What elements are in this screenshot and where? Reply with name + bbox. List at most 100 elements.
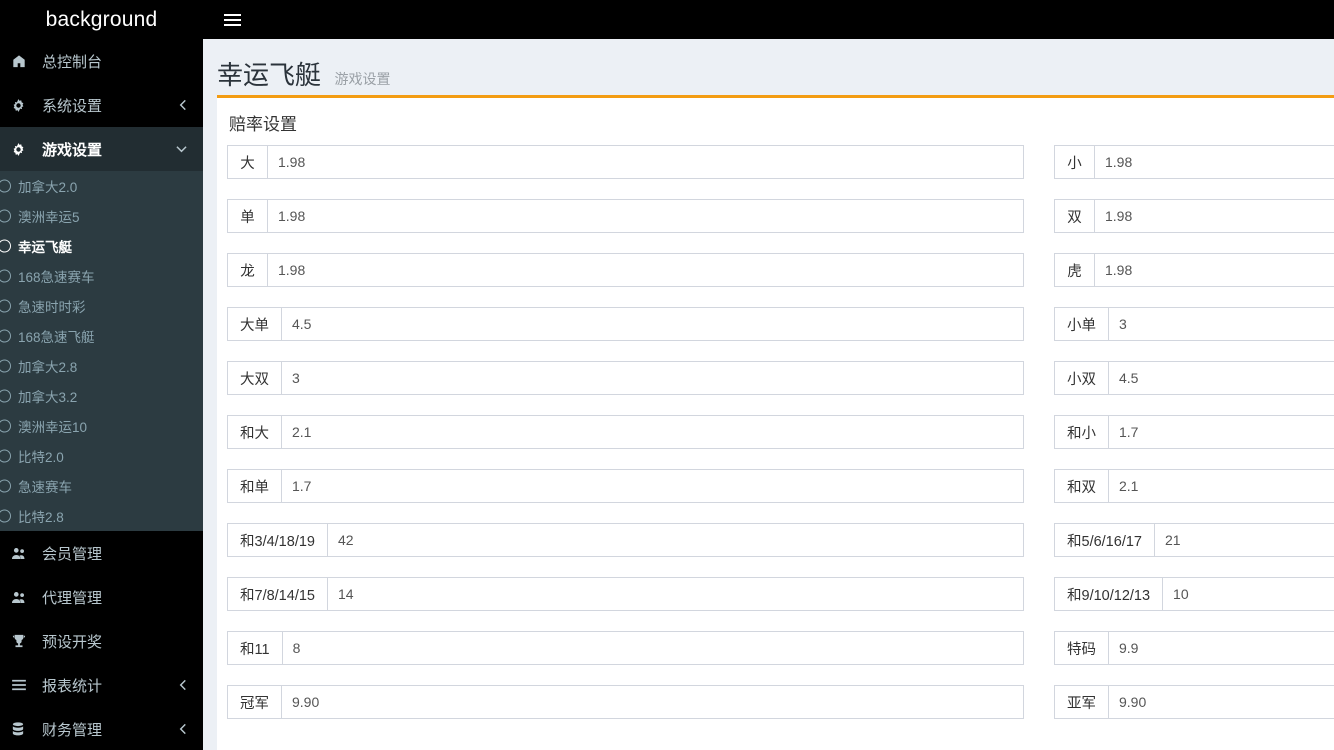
odds-field-left: 龙 bbox=[227, 253, 1039, 287]
odds-field-left: 和3/4/18/19 bbox=[227, 523, 1039, 557]
sidebar-toggle-button[interactable] bbox=[211, 0, 253, 39]
sidebar-item-6[interactable]: 报表统计 bbox=[0, 663, 203, 707]
odds-input[interactable] bbox=[326, 577, 1024, 611]
circle-icon bbox=[0, 239, 11, 253]
odds-row: 和7/8/14/15 和9/10/12/13 bbox=[227, 577, 1334, 611]
top-navbar: background bbox=[0, 0, 1334, 39]
odds-field-right: 双 bbox=[1039, 199, 1334, 233]
odds-input[interactable] bbox=[281, 685, 1024, 719]
odds-row: 和单 和双 bbox=[227, 469, 1334, 503]
input-group: 小双 bbox=[1054, 361, 1334, 395]
odds-row: 大小 bbox=[227, 145, 1334, 179]
input-group: 和11 bbox=[227, 631, 1024, 665]
sidebar-item-1[interactable]: 系统设置 bbox=[0, 83, 203, 127]
sidebar-item-3[interactable]: 会员管理 bbox=[0, 531, 203, 575]
input-group: 大 bbox=[227, 145, 1024, 179]
odds-input[interactable] bbox=[267, 145, 1024, 179]
odds-label: 小双 bbox=[1054, 361, 1108, 395]
odds-input[interactable] bbox=[326, 523, 1024, 557]
odds-input[interactable] bbox=[1153, 523, 1334, 557]
sidebar-subitem-0[interactable]: 加拿大2.0 bbox=[0, 171, 203, 201]
sidebar-item-label: 会员管理 bbox=[42, 545, 103, 563]
list-icon bbox=[12, 679, 34, 691]
odds-row: 龙虎 bbox=[227, 253, 1334, 287]
odds-input[interactable] bbox=[1162, 577, 1334, 611]
sidebar-subitem-5[interactable]: 168急速飞艇 bbox=[0, 321, 203, 351]
input-group: 和3/4/18/19 bbox=[227, 523, 1024, 557]
odds-input[interactable] bbox=[1108, 361, 1334, 395]
odds-input[interactable] bbox=[1108, 469, 1334, 503]
odds-field-right: 和5/6/16/17 bbox=[1039, 523, 1334, 557]
odds-input[interactable] bbox=[281, 631, 1024, 665]
odds-input[interactable] bbox=[267, 253, 1024, 287]
sidebar-subitem-4[interactable]: 急速时时彩 bbox=[0, 291, 203, 321]
input-group: 亚军 bbox=[1054, 685, 1334, 719]
sidebar-item-label: 总控制台 bbox=[42, 53, 103, 71]
odds-field-right: 特码 bbox=[1039, 631, 1334, 665]
input-group: 小 bbox=[1054, 145, 1334, 179]
sidebar-item-7[interactable]: 财务管理 bbox=[0, 707, 203, 750]
odds-input[interactable] bbox=[281, 415, 1024, 449]
odds-row: 和11 特码 bbox=[227, 631, 1334, 665]
input-group: 大单 bbox=[227, 307, 1024, 341]
odds-field-left: 和7/8/14/15 bbox=[227, 577, 1039, 611]
sidebar-subitem-8[interactable]: 澳洲幸运10 bbox=[0, 411, 203, 441]
sidebar-item-2[interactable]: 游戏设置 bbox=[0, 127, 203, 171]
odds-input[interactable] bbox=[281, 361, 1024, 395]
trophy-icon bbox=[12, 634, 34, 648]
sidebar-subitem-label: 急速时时彩 bbox=[18, 300, 86, 315]
sidebar-subitem-9[interactable]: 比特2.0 bbox=[0, 441, 203, 471]
odds-label: 单 bbox=[227, 199, 267, 233]
odds-input[interactable] bbox=[1094, 199, 1334, 233]
sidebar-subitem-3[interactable]: 168急速赛车 bbox=[0, 261, 203, 291]
input-group: 和7/8/14/15 bbox=[227, 577, 1024, 611]
sidebar-subitem-6[interactable]: 加拿大2.8 bbox=[0, 351, 203, 381]
odds-label: 和大 bbox=[227, 415, 281, 449]
input-group: 冠军 bbox=[227, 685, 1024, 719]
sidebar-subitem-10[interactable]: 急速赛车 bbox=[0, 471, 203, 501]
odds-form: 大小单双龙虎大单小单大双小双和大和小和单和双和3/4/18/19和5/6/16/… bbox=[217, 145, 1334, 749]
input-group: 和单 bbox=[227, 469, 1024, 503]
chevron-down-icon bbox=[176, 145, 187, 153]
sidebar-item-label: 预设开奖 bbox=[42, 633, 103, 651]
chevron-left-icon bbox=[179, 723, 187, 735]
sidebar-item-0[interactable]: 总控制台 bbox=[0, 39, 203, 83]
sidebar-subitem-11[interactable]: 比特2.8 bbox=[0, 501, 203, 531]
odds-label: 大 bbox=[227, 145, 267, 179]
sidebar-item-4[interactable]: 代理管理 bbox=[0, 575, 203, 619]
app-logo[interactable]: background bbox=[0, 0, 203, 39]
circle-icon bbox=[0, 419, 11, 433]
odds-input[interactable] bbox=[281, 469, 1024, 503]
sidebar: 总控制台系统设置 游戏设置加拿大2.0 澳洲幸运5 幸运飞艇 168急速赛车急速时时彩 1… bbox=[0, 39, 203, 750]
odds-input[interactable] bbox=[1108, 631, 1334, 665]
chevron-left-icon bbox=[179, 679, 187, 691]
odds-input[interactable] bbox=[1094, 145, 1334, 179]
odds-field-left: 和大 bbox=[227, 415, 1039, 449]
users-icon bbox=[12, 591, 34, 604]
odds-field-left: 大 bbox=[227, 145, 1039, 179]
sidebar-item-5[interactable]: 预设开奖 bbox=[0, 619, 203, 663]
odds-input[interactable] bbox=[267, 199, 1024, 233]
sidebar-subitem-2[interactable]: 幸运飞艇 bbox=[0, 231, 203, 261]
odds-field-right: 小双 bbox=[1039, 361, 1334, 395]
odds-label: 和9/10/12/13 bbox=[1054, 577, 1163, 611]
circle-icon bbox=[0, 389, 11, 403]
odds-label: 小 bbox=[1054, 145, 1094, 179]
odds-input[interactable] bbox=[1094, 253, 1334, 287]
circle-icon bbox=[0, 449, 11, 463]
input-group: 单 bbox=[227, 199, 1024, 233]
odds-label: 大双 bbox=[227, 361, 281, 395]
page-header: 幸运飞艇 游戏设置 bbox=[203, 39, 1334, 95]
odds-input[interactable] bbox=[1108, 415, 1334, 449]
odds-input[interactable] bbox=[281, 307, 1024, 341]
odds-field-right: 虎 bbox=[1039, 253, 1334, 287]
odds-input[interactable] bbox=[1108, 685, 1334, 719]
sidebar-nav: 总控制台系统设置 游戏设置加拿大2.0 澳洲幸运5 幸运飞艇 168急速赛车急速时时彩 1… bbox=[0, 39, 203, 750]
input-group: 和大 bbox=[227, 415, 1024, 449]
sidebar-subitem-7[interactable]: 加拿大3.2 bbox=[0, 381, 203, 411]
input-group: 和双 bbox=[1054, 469, 1334, 503]
odds-input[interactable] bbox=[1108, 307, 1334, 341]
sidebar-subitem-1[interactable]: 澳洲幸运5 bbox=[0, 201, 203, 231]
sidebar-item-label: 代理管理 bbox=[42, 589, 103, 607]
sidebar-subitem-label: 加拿大2.0 bbox=[18, 180, 78, 195]
